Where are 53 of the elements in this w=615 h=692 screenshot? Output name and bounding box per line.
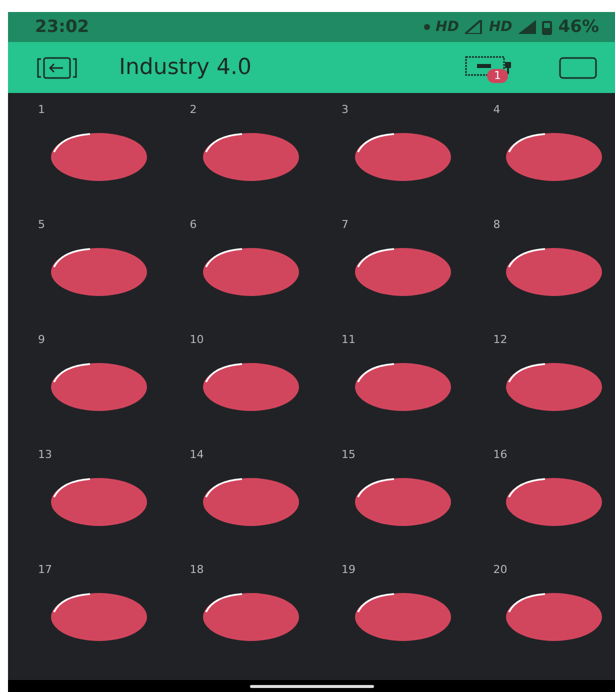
button-label: 14 [190, 448, 205, 461]
round-button[interactable] [505, 132, 604, 182]
button-label: 12 [493, 333, 508, 346]
button-label: 1 [38, 103, 46, 116]
round-button[interactable] [50, 362, 148, 412]
button-label: 8 [493, 218, 502, 231]
round-button[interactable] [202, 477, 300, 527]
round-button[interactable] [202, 247, 300, 297]
project-title: Industry 4.0 [119, 55, 252, 80]
button-label: 19 [342, 563, 356, 576]
button-label: 13 [38, 448, 53, 461]
battery-level: 46% [558, 17, 599, 37]
button-label: 9 [38, 333, 46, 346]
round-button[interactable] [50, 592, 148, 642]
button-label: 7 [342, 218, 350, 231]
network-type: HD [488, 19, 512, 35]
button-label: 2 [190, 103, 198, 116]
round-button[interactable] [354, 477, 452, 527]
button-label: 16 [493, 448, 508, 461]
round-button[interactable] [505, 477, 604, 527]
round-button[interactable] [354, 132, 452, 182]
round-button[interactable] [202, 132, 300, 182]
battery-icon [542, 20, 552, 34]
button-label: 11 [342, 333, 356, 346]
exit-icon[interactable] [37, 56, 77, 78]
button-label: 10 [190, 333, 205, 346]
home-indicator[interactable] [250, 684, 374, 688]
button-label: 3 [342, 103, 350, 116]
round-button[interactable] [505, 362, 604, 412]
network-type: HD [436, 19, 459, 35]
status-time: 23:02 [35, 17, 90, 37]
signal-icon [518, 20, 536, 34]
round-button[interactable] [354, 362, 452, 412]
signal-icon [464, 20, 483, 34]
button-label: 4 [493, 103, 502, 116]
button-label: 5 [38, 218, 46, 231]
round-button[interactable] [50, 247, 148, 297]
round-button[interactable] [202, 592, 300, 642]
dot-icon [424, 24, 430, 30]
round-button[interactable] [505, 247, 604, 297]
button-label: 17 [38, 563, 53, 576]
square-icon[interactable] [559, 56, 597, 78]
round-button[interactable] [354, 247, 452, 297]
round-button[interactable] [354, 592, 452, 642]
round-button[interactable] [505, 592, 604, 642]
notification-badge: 1 [487, 68, 508, 82]
button-label: 15 [342, 448, 356, 461]
round-button[interactable] [202, 362, 300, 412]
round-button[interactable] [50, 477, 148, 527]
button-label: 20 [493, 563, 508, 576]
button-label: 18 [190, 563, 205, 576]
round-button[interactable] [50, 132, 148, 182]
button-label: 6 [190, 218, 198, 231]
